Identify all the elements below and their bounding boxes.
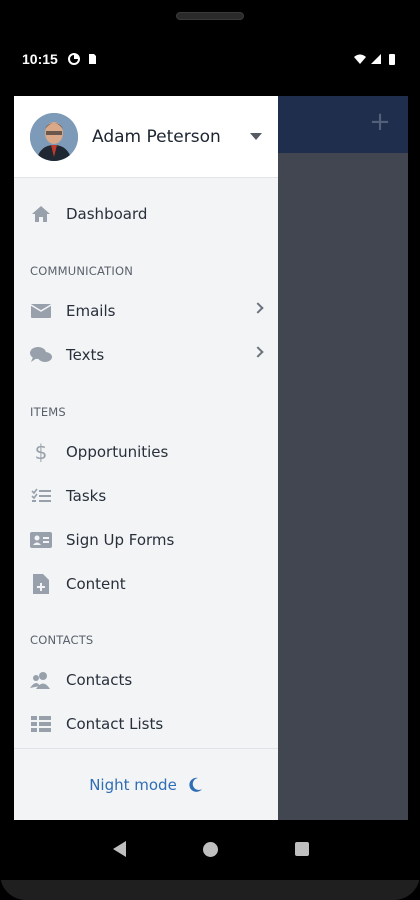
- envelope-icon: [30, 300, 52, 322]
- app-screen: + Adam Peterson Dashboard COMMUNICATION …: [14, 96, 408, 820]
- nav-label: Content: [66, 575, 126, 593]
- recents-icon[interactable]: [295, 842, 310, 856]
- system-nav-bar: [14, 820, 408, 878]
- dollar-icon: $: [34, 440, 48, 464]
- speaker-grille: [176, 12, 244, 20]
- chat-bubbles-icon: [30, 344, 52, 366]
- home-button-icon[interactable]: [202, 841, 218, 857]
- nav-item-tasks[interactable]: Tasks: [14, 476, 278, 516]
- chevron-right-icon: [252, 302, 264, 314]
- user-name: Adam Peterson: [92, 126, 221, 147]
- signal-icon: [371, 54, 381, 64]
- nav-item-contact-lists[interactable]: Contact Lists: [14, 704, 278, 744]
- back-icon[interactable]: [112, 841, 126, 857]
- device-frame: 10:15 + Adam Peterson Dashboard COMMUNIC…: [0, 0, 420, 900]
- nav-label: Emails: [66, 302, 116, 320]
- battery-icon: [389, 54, 395, 65]
- nav-label: Tasks: [66, 487, 107, 505]
- nav-label: Dashboard: [66, 205, 148, 223]
- moon-icon: [189, 777, 202, 792]
- chevron-right-icon: [252, 346, 264, 358]
- section-title-communication: COMMUNICATION: [30, 264, 134, 278]
- nav-item-contacts[interactable]: Contacts: [14, 660, 278, 700]
- people-icon: [30, 669, 52, 691]
- night-mode-label: Night mode: [89, 775, 177, 794]
- nav-item-emails[interactable]: Emails: [14, 291, 278, 331]
- drawer-header[interactable]: Adam Peterson: [14, 96, 278, 178]
- home-icon: [30, 203, 52, 225]
- plus-icon[interactable]: +: [368, 109, 392, 135]
- sim-card-icon: [88, 54, 96, 64]
- nav-label: Opportunities: [66, 443, 169, 461]
- avatar: [30, 112, 78, 161]
- chevron-down-icon[interactable]: [250, 133, 262, 140]
- document-plus-icon: [30, 573, 52, 595]
- section-title-items: ITEMS: [30, 405, 66, 419]
- device-bottom-edge: [0, 880, 420, 900]
- nav-item-texts[interactable]: Texts: [14, 335, 278, 375]
- navigation-drawer: Adam Peterson Dashboard COMMUNICATION Em…: [14, 96, 278, 820]
- section-title-contacts: CONTACTS: [30, 633, 94, 647]
- nav-label: Contacts: [66, 671, 133, 689]
- nav-label: Contact Lists: [66, 715, 164, 733]
- list-icon: [30, 713, 52, 735]
- id-card-icon: [30, 529, 52, 551]
- night-mode-toggle[interactable]: Night mode: [14, 748, 278, 820]
- nav-label: Sign Up Forms: [66, 531, 175, 549]
- checklist-icon: [30, 485, 52, 507]
- nav-item-dashboard[interactable]: Dashboard: [14, 194, 278, 234]
- data-saver-icon: [67, 53, 80, 65]
- nav-label: Texts: [66, 346, 105, 364]
- status-time: 10:15: [22, 51, 58, 67]
- nav-item-sign-up-forms[interactable]: Sign Up Forms: [14, 520, 278, 560]
- status-bar: 10:15: [14, 40, 408, 78]
- wifi-icon: [354, 54, 366, 64]
- nav-item-content[interactable]: Content: [14, 564, 278, 604]
- nav-item-opportunities[interactable]: $ Opportunities: [14, 432, 278, 472]
